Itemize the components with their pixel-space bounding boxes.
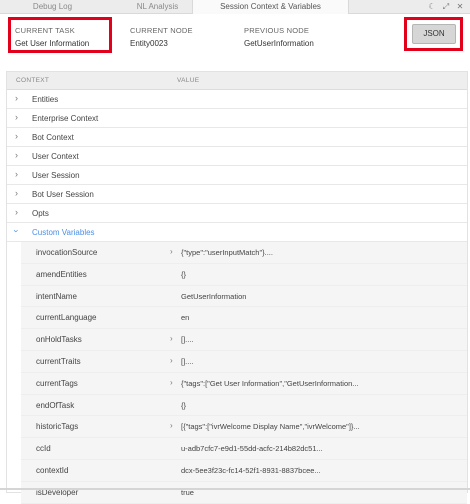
table-row[interactable]: historicTags › [{"tags":["ivrWelcome Displ… [21, 416, 467, 439]
section-enterprise-context[interactable]: › Enterprise Context [7, 109, 467, 128]
table-row[interactable]: currentTags › {"tags":["Get User Informati… [21, 372, 467, 395]
table-row: isDeveloper true [21, 481, 467, 504]
custom-variables-list: invocationSource › {"type":"userInputMatch… [7, 242, 467, 504]
chevron-down-icon: › [11, 229, 22, 233]
variable-value: en [181, 313, 190, 323]
column-header-context: CONTEXT [16, 77, 50, 84]
table-header: CONTEXT VALUE [7, 72, 467, 90]
variable-value: GetUserInformation [181, 291, 247, 301]
variable-value: u-adb7cfc7-e9d1-55dd-acfc-214b82dc51... [181, 444, 323, 454]
chevron-right-icon[interactable]: › [170, 334, 173, 343]
section-label: Custom Variables [32, 228, 95, 237]
chevron-right-icon: › [15, 188, 18, 198]
variable-key: currentTags [36, 378, 78, 388]
variable-key: currentLanguage [36, 313, 97, 323]
chevron-right-icon[interactable]: › [170, 421, 173, 430]
window-controls: ☾ ⤢ ✕ [428, 0, 464, 13]
section-user-session[interactable]: › User Session [7, 166, 467, 185]
table-row: intentName GetUserInformation [21, 285, 467, 308]
table-row[interactable]: currentTraits › [].... [21, 350, 467, 373]
previous-node-value: GetUserInformation [244, 39, 314, 48]
table-row: currentLanguage en [21, 307, 467, 330]
variable-key: ccId [36, 444, 51, 454]
variable-key: currentTraits [36, 356, 81, 366]
previous-node-block: PREVIOUS NODE GetUserInformation [244, 26, 314, 48]
variable-key: invocationSource [36, 248, 98, 257]
moon-icon[interactable]: ☾ [428, 2, 436, 11]
chevron-right-icon: › [15, 131, 18, 141]
chevron-right-icon: › [15, 150, 18, 160]
current-node-value: Entity0023 [130, 39, 168, 48]
section-label: Bot Context [32, 133, 74, 142]
chevron-right-icon: › [15, 112, 18, 122]
current-node-label: CURRENT NODE [130, 26, 193, 35]
chevron-right-icon: › [15, 169, 18, 179]
variable-value: {"tags":["Get User Information","GetUser… [181, 378, 359, 388]
section-user-context[interactable]: › User Context [7, 147, 467, 166]
section-label: User Session [32, 171, 80, 180]
json-button[interactable]: JSON [412, 24, 456, 44]
section-label: Bot User Session [32, 190, 94, 199]
variable-key: contextId [36, 465, 69, 475]
chevron-right-icon[interactable]: › [170, 247, 173, 256]
tab-session-context[interactable]: Session Context & Variables [192, 0, 349, 14]
section-entities[interactable]: › Entities [7, 90, 467, 109]
variable-key: endOfTask [36, 400, 75, 410]
table-row[interactable]: invocationSource › {"type":"userInputMatch… [21, 242, 467, 264]
table-row[interactable]: onHoldTasks › [].... [21, 329, 467, 351]
section-label: Entities [32, 95, 59, 104]
variable-value: [].... [181, 335, 194, 345]
section-custom-variables[interactable]: › Custom Variables [7, 223, 467, 242]
section-label: Enterprise Context [32, 114, 99, 123]
previous-node-label: PREVIOUS NODE [244, 26, 310, 35]
variable-key: intentName [36, 291, 77, 301]
section-label: User Context [32, 152, 79, 161]
current-task-highlight [8, 17, 112, 53]
chevron-right-icon: › [15, 93, 18, 103]
chevron-right-icon[interactable]: › [170, 356, 173, 365]
variable-value: {} [181, 400, 187, 410]
current-node-block: CURRENT NODE Entity0023 [130, 26, 193, 48]
variable-value: {"type":"userInputMatch"}.... [181, 248, 273, 257]
section-label: Opts [32, 209, 49, 218]
bottom-divider [0, 488, 470, 490]
chevron-right-icon: › [15, 207, 18, 217]
expand-icon[interactable]: ⤢ [442, 2, 450, 12]
variable-key: amendEntities [36, 269, 87, 279]
table-row: amendEntities {} [21, 263, 467, 286]
variable-value: [].... [181, 356, 194, 366]
variable-key: historicTags [36, 422, 79, 432]
variable-key: onHoldTasks [36, 335, 82, 345]
close-icon[interactable]: ✕ [456, 2, 464, 11]
column-header-value: VALUE [177, 77, 200, 84]
table-row: ccId u-adb7cfc7-e9d1-55dd-acfc-214b82dc51… [21, 438, 467, 460]
chevron-right-icon[interactable]: › [170, 378, 173, 387]
context-table: CONTEXT VALUE › Entities › Enterprise Co… [6, 71, 468, 504]
tab-bar: Debug Log NL Analysis Session Context & … [0, 0, 470, 14]
tab-debug-log[interactable]: Debug Log [0, 0, 105, 13]
variable-value: {} [181, 269, 187, 279]
section-bot-user-session[interactable]: › Bot User Session [7, 185, 467, 204]
variable-value: [{"tags":["ivrWelcome Display Name","ivr… [181, 422, 360, 432]
variable-value: dcx-5ee3f23c-fc14-52f1-8931-8837bcee... [181, 465, 321, 475]
table-row: endOfTask {} [21, 394, 467, 417]
table-row: contextId dcx-5ee3f23c-fc14-52f1-8931-883… [21, 459, 467, 482]
section-opts[interactable]: › Opts [7, 204, 467, 223]
section-bot-context[interactable]: › Bot Context [7, 128, 467, 147]
